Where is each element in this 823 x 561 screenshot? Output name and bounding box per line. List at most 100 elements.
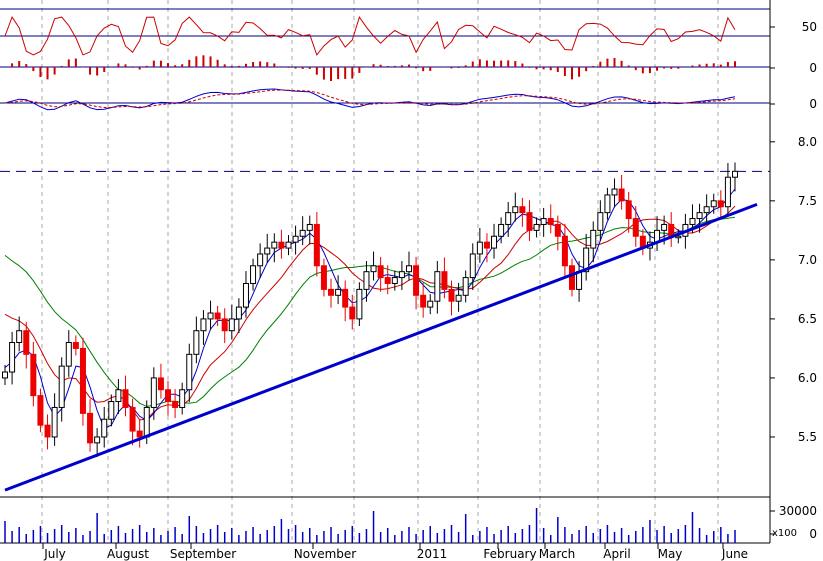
candle-body [661,223,668,231]
x-tick-label: June [721,547,748,561]
candle-body [2,371,8,379]
candle-body [547,218,554,225]
candle-body [710,200,717,208]
candle-body [512,206,519,214]
candle-body [526,212,533,231]
volume-tick-label: 0 [809,527,817,541]
candle-body [44,424,51,438]
candle-body [349,306,356,320]
candle-body [136,430,143,438]
candle-body [398,271,405,279]
candle-body [51,406,58,438]
candle-body [590,229,597,249]
candle-body [129,406,136,432]
candle-body [703,206,710,214]
price-tick-label: 6.5 [798,312,817,326]
x-tick-label: May [658,547,683,561]
price-tick-label: 5.5 [798,430,817,444]
candle-body [200,318,207,332]
candle-body [604,194,611,214]
candle-body [150,377,157,408]
candle-body [632,218,639,237]
candle-body [285,241,292,249]
candle-body [72,342,79,349]
candle-body [30,353,37,397]
candle-body [250,265,257,284]
x-tick-label: 2011 [417,547,448,561]
candle-body [462,277,469,296]
candle-body [483,241,490,249]
chart-background [0,0,823,561]
candle-body [391,277,398,284]
candle-body [540,218,547,225]
candle-body [448,288,455,302]
candle-body [413,265,420,296]
candle-body [87,412,94,444]
macd-hist-tick-label: 0 [809,61,817,75]
x-tick-label: August [107,547,149,561]
macd-tick-label: 0 [809,97,817,111]
candle-body [342,288,349,308]
candle-body [264,247,271,255]
candle-body [420,294,427,308]
candle-body [455,294,462,302]
candle-body [533,223,540,231]
x-tick-label: April [603,547,630,561]
candle-body [611,188,618,196]
candle-body [58,365,65,408]
candle-body [179,389,186,408]
candle-body [193,330,200,355]
candle-body [505,212,512,225]
candle [79,337,86,426]
candle-body [257,253,264,267]
candle-body [441,271,448,290]
candle-body [696,212,703,220]
x-tick-label: March [539,547,576,561]
candle-body [377,265,384,279]
candle-body [23,330,30,355]
candle-body [363,271,370,290]
x-tick-label: February [483,547,536,561]
candle-body [242,282,249,308]
price-tick-label: 7.5 [798,194,817,208]
price-tick-label: 8.0 [798,135,817,149]
candle-body [469,253,476,279]
candle-body [108,401,115,420]
candle-body [79,347,86,414]
candle-body [165,389,172,403]
candle-body [335,288,342,296]
candle-body [356,288,363,320]
candle-body [221,318,228,332]
volume-tick-label: 30000 [779,504,817,518]
candle-body [16,330,23,344]
candle-body [214,312,221,320]
x-tick-label: September [170,547,236,561]
candle-body [306,223,313,231]
candle-body [143,406,150,438]
candle-body [37,395,44,426]
candle-body [576,271,583,290]
candle-body [320,265,327,290]
candle-body [207,312,214,320]
x-tick-label: November [294,547,356,561]
candle-body [172,401,179,408]
candle-body [235,306,242,320]
candle-body [186,353,193,391]
candle-body [9,342,16,373]
candle-body [717,200,724,208]
candle-body [732,170,738,178]
volume-multiplier-label: x100 [772,528,797,539]
candle-body [427,300,434,308]
candle-body [597,212,604,231]
candle-body [434,271,441,302]
candle-body [271,241,278,249]
candle-body [561,235,568,267]
candle-body [498,223,505,237]
candle-body [228,318,235,332]
candle-body [157,377,164,391]
candle-body [618,188,625,202]
candle-body [405,265,412,273]
candle-body [554,223,561,237]
candle-body [491,235,498,249]
x-tick-label: July [43,547,66,561]
